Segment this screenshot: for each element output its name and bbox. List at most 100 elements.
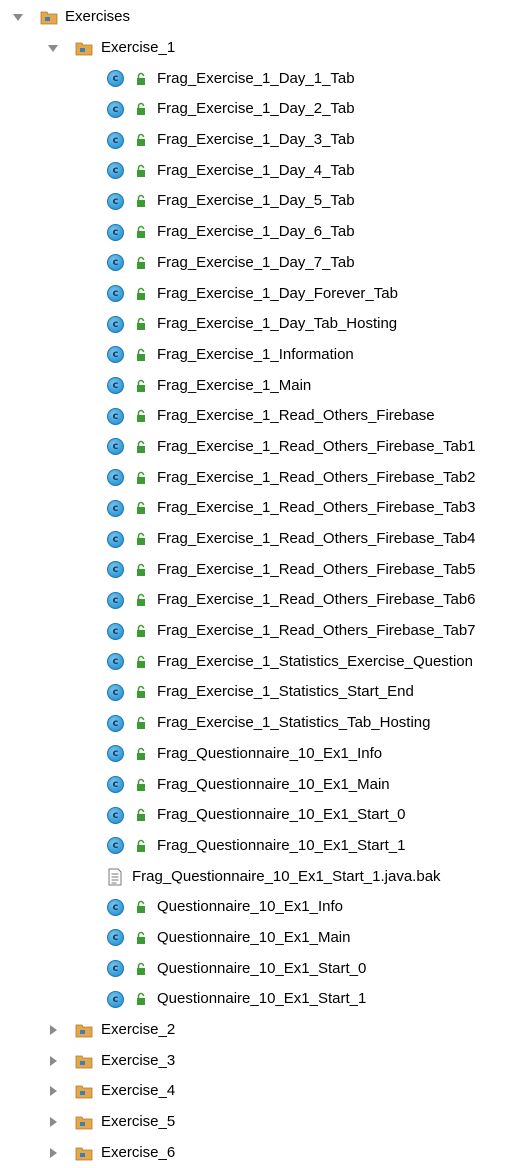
tree-node-file[interactable]: c Frag_Exercise_1_Day_5_Tab	[0, 186, 516, 217]
tree-node-file[interactable]: c Frag_Exercise_1_Read_Others_Firebase_Ta…	[0, 493, 516, 524]
public-lock-icon	[136, 778, 146, 792]
class-icon: c	[107, 407, 124, 425]
class-icon: c	[107, 653, 124, 671]
tree-node-label: Frag_Exercise_1_Statistics_Exercise_Ques…	[157, 652, 473, 670]
tree-node-file[interactable]: c Frag_Exercise_1_Day_Tab_Hosting	[0, 309, 516, 340]
tree-node-label: Frag_Exercise_1_Day_6_Tab	[157, 223, 355, 241]
tree-node-file[interactable]: c Frag_Exercise_1_Main	[0, 370, 516, 401]
chevron-right-icon[interactable]	[46, 1084, 60, 1098]
tree-node-file[interactable]: c Questionnaire_10_Ex1_Start_0	[0, 953, 516, 984]
tree-node-label: Frag_Exercise_1_Read_Others_Firebase	[157, 407, 435, 425]
package-folder-icon	[75, 40, 93, 56]
public-lock-icon	[136, 685, 146, 699]
tree-node-file[interactable]: c Frag_Exercise_1_Read_Others_Firebase	[0, 401, 516, 432]
tree-node-file[interactable]: c Frag_Questionnaire_10_Ex1_Start_1	[0, 831, 516, 862]
public-lock-icon	[136, 379, 146, 393]
tree-node-file[interactable]: c Frag_Exercise_1_Information	[0, 340, 516, 371]
tree-node-file[interactable]: Frag_Questionnaire_10_Ex1_Start_1.java.b…	[0, 861, 516, 892]
tree-node-file[interactable]: c Questionnaire_10_Ex1_Main	[0, 923, 516, 954]
collapsed-packages: Exercise_2 Exercise_3 Exercise_4 Exercise_5…	[0, 1015, 516, 1168]
tree-node-exercises[interactable]: Exercises	[0, 2, 516, 33]
tree-node-file[interactable]: c Frag_Exercise_1_Day_2_Tab	[0, 94, 516, 125]
tree-node-label: Frag_Exercise_1_Statistics_Tab_Hosting	[157, 714, 431, 732]
tree-node-file[interactable]: c Frag_Questionnaire_10_Ex1_Info	[0, 739, 516, 770]
package-folder-icon	[75, 1083, 93, 1099]
tree-node-file[interactable]: c Questionnaire_10_Ex1_Start_1	[0, 984, 516, 1015]
tree-node-label: Frag_Exercise_1_Day_4_Tab	[157, 161, 355, 179]
class-icon: c	[107, 929, 124, 947]
tree-node-label: Frag_Exercise_1_Read_Others_Firebase_Tab…	[157, 591, 476, 609]
tree-node-file[interactable]: c Frag_Exercise_1_Read_Others_Firebase_Ta…	[0, 432, 516, 463]
public-lock-icon	[136, 348, 146, 362]
tree-node-file[interactable]: c Frag_Exercise_1_Day_7_Tab	[0, 248, 516, 279]
tree-node-file[interactable]: c Frag_Exercise_1_Read_Others_Firebase_Ta…	[0, 524, 516, 555]
public-lock-icon	[136, 225, 146, 239]
package-folder-icon	[40, 9, 58, 25]
project-tree: Exercises Exercise_1 c Frag_Exercise_1_Da…	[0, 0, 516, 1168]
chevron-right-icon[interactable]	[46, 1023, 60, 1037]
tree-node-label: Frag_Exercise_1_Read_Others_Firebase_Tab…	[157, 468, 476, 486]
public-lock-icon	[136, 839, 146, 853]
public-lock-icon	[136, 808, 146, 822]
tree-node-file[interactable]: c Frag_Questionnaire_10_Ex1_Start_0	[0, 800, 516, 831]
tree-node-file[interactable]: c Frag_Exercise_1_Day_Forever_Tab	[0, 278, 516, 309]
tree-node-file[interactable]: c Frag_Exercise_1_Read_Others_Firebase_Ta…	[0, 462, 516, 493]
tree-node-file[interactable]: c Frag_Exercise_1_Day_3_Tab	[0, 125, 516, 156]
exercise-1-children: c Frag_Exercise_1_Day_1_Tab c Frag_Exercise…	[0, 63, 516, 1014]
tree-node-label: Frag_Exercise_1_Day_Tab_Hosting	[157, 315, 398, 333]
tree-node-package[interactable]: Exercise_3	[0, 1045, 516, 1076]
class-icon: c	[107, 469, 124, 487]
tree-node-label: Frag_Exercise_1_Day_Forever_Tab	[157, 284, 398, 302]
public-lock-icon	[136, 624, 146, 638]
class-icon: c	[107, 100, 124, 118]
package-folder-icon	[75, 1022, 93, 1038]
tree-node-label: Frag_Questionnaire_10_Ex1_Start_0	[157, 806, 406, 824]
public-lock-icon	[136, 962, 146, 976]
tree-node-label: Exercise_6	[101, 1143, 176, 1161]
class-icon: c	[107, 561, 124, 579]
tree-node-file[interactable]: c Frag_Exercise_1_Day_6_Tab	[0, 217, 516, 248]
chevron-down-icon[interactable]	[46, 41, 60, 55]
public-lock-icon	[136, 317, 146, 331]
tree-node-label: Exercise_3	[101, 1051, 176, 1069]
class-icon: c	[107, 745, 124, 763]
tree-node-file[interactable]: c Frag_Exercise_1_Statistics_Exercise_Que…	[0, 646, 516, 677]
chevron-down-icon[interactable]	[11, 10, 25, 24]
tree-node-label: Frag_Exercise_1_Day_7_Tab	[157, 253, 355, 271]
tree-node-package[interactable]: Exercise_4	[0, 1076, 516, 1107]
tree-node-file[interactable]: c Frag_Exercise_1_Read_Others_Firebase_Ta…	[0, 554, 516, 585]
public-lock-icon	[136, 164, 146, 178]
tree-node-label: Frag_Exercise_1_Read_Others_Firebase_Tab…	[157, 499, 476, 517]
tree-node-file[interactable]: c Frag_Exercise_1_Day_1_Tab	[0, 63, 516, 94]
tree-node-file[interactable]: c Frag_Exercise_1_Statistics_Tab_Hosting	[0, 708, 516, 739]
tree-node-label: Frag_Exercise_1_Day_5_Tab	[157, 192, 355, 210]
chevron-right-icon[interactable]	[46, 1054, 60, 1068]
chevron-right-icon[interactable]	[46, 1115, 60, 1129]
tree-node-file[interactable]: c Frag_Exercise_1_Read_Others_Firebase_Ta…	[0, 585, 516, 616]
class-icon: c	[107, 223, 124, 241]
tree-node-label: Frag_Exercise_1_Statistics_Start_End	[157, 683, 414, 701]
tree-node-exercise-1[interactable]: Exercise_1	[0, 33, 516, 64]
tree-node-file[interactable]: c Frag_Exercise_1_Statistics_Start_End	[0, 677, 516, 708]
public-lock-icon	[136, 440, 146, 454]
tree-node-file[interactable]: c Frag_Questionnaire_10_Ex1_Main	[0, 769, 516, 800]
tree-node-file[interactable]: c Frag_Exercise_1_Read_Others_Firebase_Ta…	[0, 616, 516, 647]
class-icon: c	[107, 591, 124, 609]
package-folder-icon	[75, 1053, 93, 1069]
public-lock-icon	[136, 716, 146, 730]
class-icon: c	[107, 438, 124, 456]
chevron-right-icon[interactable]	[46, 1146, 60, 1160]
public-lock-icon	[136, 532, 146, 546]
class-icon: c	[107, 683, 124, 701]
public-lock-icon	[136, 102, 146, 116]
class-icon: c	[107, 162, 124, 180]
tree-node-package[interactable]: Exercise_2	[0, 1015, 516, 1046]
tree-node-file[interactable]: c Frag_Exercise_1_Day_4_Tab	[0, 155, 516, 186]
class-icon: c	[107, 530, 124, 548]
tree-node-package[interactable]: Exercise_5	[0, 1107, 516, 1138]
tree-node-file[interactable]: c Questionnaire_10_Ex1_Info	[0, 892, 516, 923]
class-icon: c	[107, 285, 124, 303]
tree-node-package[interactable]: Exercise_6	[0, 1137, 516, 1168]
class-icon: c	[107, 960, 124, 978]
public-lock-icon	[136, 992, 146, 1006]
